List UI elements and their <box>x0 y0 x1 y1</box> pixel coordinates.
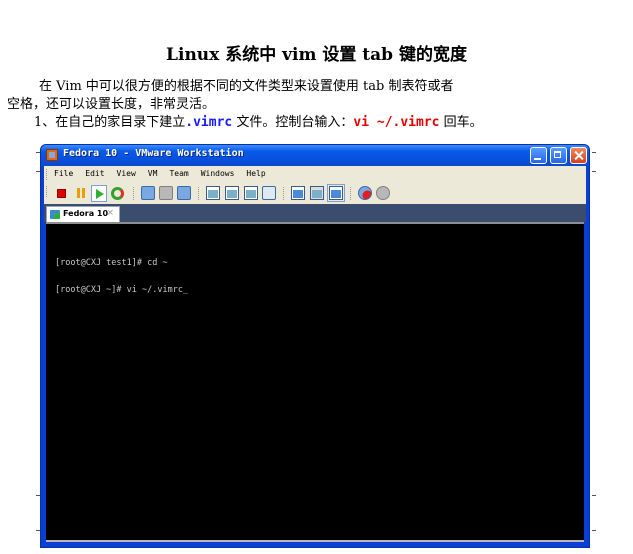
vi-command: vi ~/.vimrc <box>353 115 440 130</box>
menu-team[interactable]: Team <box>169 169 188 178</box>
vm-tab[interactable]: Fedora 10 × <box>46 206 120 222</box>
menu-windows[interactable]: Windows <box>201 169 235 178</box>
thumbnail-view-icon[interactable] <box>310 186 324 200</box>
reset-icon[interactable] <box>111 187 124 200</box>
toolbar-separator <box>133 187 134 200</box>
revert-snapshot-icon[interactable] <box>159 186 173 200</box>
margin-mark <box>592 171 596 172</box>
minimize-button[interactable] <box>530 147 547 164</box>
margin-mark <box>592 530 596 531</box>
record-icon[interactable] <box>358 186 372 200</box>
full-screen-icon[interactable] <box>225 186 239 200</box>
vimrc-filename: .vimrc <box>185 115 233 130</box>
toolbar-grip[interactable] <box>46 186 49 197</box>
step-1-middle: 文件。控制台输入： <box>232 115 354 130</box>
terminal-output: [root@CXJ test1]# cd ~ [root@CXJ ~]# vi … <box>55 241 188 313</box>
menu-edit[interactable]: Edit <box>85 169 104 178</box>
menu-view[interactable]: View <box>117 169 136 178</box>
menu-file[interactable]: File <box>54 169 73 178</box>
step-1: 1、在自己的家目录下建立.vimrc 文件。控制台输入：vi ~/.vimrc … <box>34 114 483 132</box>
vm-running-icon <box>50 210 60 219</box>
toolbar-separator <box>283 187 284 200</box>
tab-close-icon[interactable]: × <box>106 208 114 218</box>
terminal-line: [root@CXJ test1]# cd ~ <box>55 258 168 268</box>
quick-switch-icon[interactable] <box>244 186 258 200</box>
unity-icon[interactable] <box>262 186 276 200</box>
step-1-suffix: 回车。 <box>439 115 483 130</box>
menubar-grip[interactable] <box>46 169 49 180</box>
power-off-icon[interactable] <box>57 189 66 198</box>
console-view-icon[interactable] <box>291 186 305 200</box>
suspend-icon[interactable] <box>74 186 88 200</box>
take-snapshot-icon[interactable] <box>141 186 155 200</box>
document-title: Linux 系统中 vim 设置 tab 键的宽度 <box>166 45 467 65</box>
intro-line-2: 空格，还可以设置长度，非常灵活。 <box>7 97 216 112</box>
title-bar[interactable]: Fedora 10 - VMware Workstation <box>41 145 589 166</box>
show-sidebar-icon[interactable] <box>206 186 220 200</box>
terminal-line: [root@CXJ ~]# vi ~/.vimrc_ <box>55 285 189 295</box>
intro-line-1: 在 Vim 中可以很方便的根据不同的文件类型来设置使用 tab 制表符或者 <box>39 79 454 94</box>
margin-mark <box>592 152 596 153</box>
menu-bar: File Edit View VM Team Windows Help <box>44 166 586 184</box>
close-button[interactable] <box>570 147 587 164</box>
vmware-app-icon <box>46 149 58 161</box>
replay-icon[interactable] <box>376 186 390 200</box>
window-title: Fedora 10 - VMware Workstation <box>63 148 244 159</box>
vm-tab-label: Fedora 10 <box>63 209 109 218</box>
intro-paragraph: 在 Vim 中可以很方便的根据不同的文件类型来设置使用 tab 制表符或者 空格… <box>7 78 607 114</box>
maximize-button[interactable] <box>550 147 567 164</box>
menu-help[interactable]: Help <box>246 169 265 178</box>
vm-console[interactable]: [root@CXJ test1]# cd ~ [root@CXJ ~]# vi … <box>46 222 584 542</box>
vm-tab-strip: Fedora 10 × <box>44 204 586 222</box>
snapshot-manager-icon[interactable] <box>177 186 191 200</box>
power-on-icon[interactable] <box>91 185 107 202</box>
toolbar-separator <box>198 187 199 200</box>
margin-mark <box>592 495 596 496</box>
toolbar-separator <box>350 187 351 200</box>
step-1-prefix: 1、在自己的家目录下建立 <box>34 115 186 130</box>
toolbar <box>44 183 586 205</box>
menu-vm[interactable]: VM <box>148 169 158 178</box>
summary-view-icon[interactable] <box>327 184 345 202</box>
vmware-window: Fedora 10 - VMware Workstation File Edit… <box>40 144 590 548</box>
